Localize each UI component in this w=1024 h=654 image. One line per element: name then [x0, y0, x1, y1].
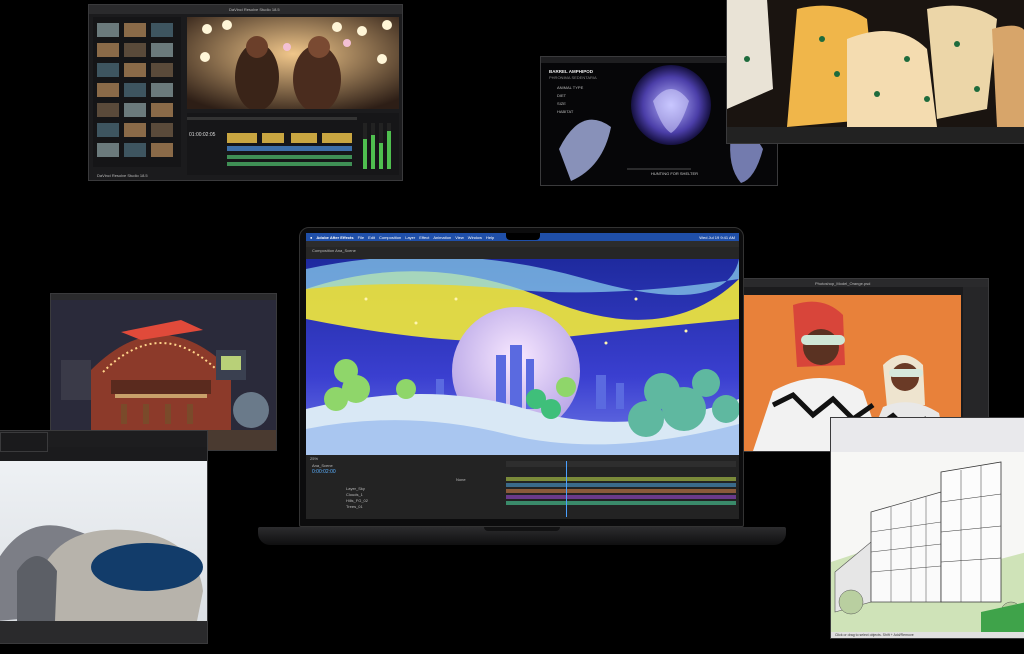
- menu-animation[interactable]: Animation: [433, 235, 451, 240]
- menu-app-name[interactable]: Adobe After Effects: [316, 235, 353, 240]
- photo-titlebar: Photoshop_Model_Orange.psd: [725, 279, 988, 287]
- ae-comp-tab[interactable]: Composition Ana_Scene: [312, 248, 356, 253]
- render-window-topright: [726, 0, 1024, 144]
- drafting-statusbar: Click or drag to select objects. Shift +…: [831, 632, 1024, 638]
- render-viewport[interactable]: [727, 0, 1024, 127]
- bar-illustration-window: [50, 293, 277, 451]
- drafting-window: Click or drag to select objects. Shift +…: [830, 417, 1024, 639]
- render-controls[interactable]: [727, 127, 1024, 143]
- drafting-toolbar[interactable]: [831, 418, 1024, 452]
- laptop-opening-lip: [484, 527, 560, 531]
- resolve-viewer[interactable]: [187, 17, 399, 109]
- ae-layer-mode[interactable]: None: [456, 477, 466, 482]
- resolve-media-pool[interactable]: [93, 17, 181, 167]
- laptop-screen: ● Adobe After Effects File Edit Composit…: [306, 233, 739, 519]
- ae-layer-row[interactable]: Trees_01: [346, 495, 363, 513]
- drafting-canvas[interactable]: [831, 452, 1024, 632]
- ae-timeline-panel[interactable]: 25% Ana_Scene 0:00:02:00 Layer_Sky Cloud…: [306, 455, 739, 519]
- menu-file[interactable]: File: [358, 235, 364, 240]
- sculpture-viewport[interactable]: [0, 461, 208, 644]
- menu-composition[interactable]: Composition: [379, 235, 401, 240]
- ae-composition-canvas[interactable]: [306, 259, 739, 455]
- ae-layer-name-3[interactable]: Trees_01: [346, 504, 363, 509]
- resolve-window: DaVinci Resolve Studio 18.5 01:00:02:05 …: [88, 4, 403, 181]
- side-strip-window: [0, 432, 48, 452]
- menu-help[interactable]: Help: [486, 235, 494, 240]
- menu-view[interactable]: View: [455, 235, 464, 240]
- apple-menu-icon[interactable]: ●: [310, 235, 312, 240]
- ae-timeline-tab[interactable]: Ana_Scene: [312, 463, 333, 468]
- menubar-clock: Wed Jul 19 9:41 AM: [699, 234, 735, 240]
- drafting-status-text: Click or drag to select objects. Shift +…: [835, 633, 914, 637]
- ae-composition-header: Composition Ana_Scene: [306, 247, 739, 259]
- ae-timecode: 0:00:02:00: [312, 469, 336, 475]
- resolve-title: DaVinci Resolve Studio 18.5: [229, 7, 280, 12]
- ae-zoom-level[interactable]: 25%: [310, 456, 318, 461]
- menu-layer[interactable]: Layer: [405, 235, 415, 240]
- specimen-caption: HUNTING FOR SHELTER: [651, 171, 699, 176]
- sculpture-window: [0, 430, 208, 644]
- photo-title: Photoshop_Model_Orange.psd: [815, 281, 871, 286]
- menu-window[interactable]: Window: [468, 235, 482, 240]
- camera-notch: [506, 233, 540, 240]
- ae-timeline-tracks[interactable]: [506, 461, 736, 517]
- resolve-titlebar: DaVinci Resolve Studio 18.5: [89, 5, 402, 14]
- resolve-footer: DaVinci Resolve Studio 18.5: [97, 173, 148, 178]
- bar-scene-canvas[interactable]: [51, 300, 277, 451]
- resolve-timecode: 01:00:02:05: [189, 132, 216, 138]
- menu-edit[interactable]: Edit: [368, 235, 375, 240]
- menu-effect[interactable]: Effect: [419, 235, 429, 240]
- resolve-timeline[interactable]: [187, 113, 399, 175]
